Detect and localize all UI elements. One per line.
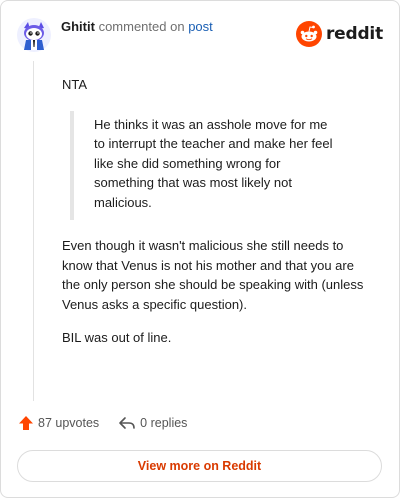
blockquote: He thinks it was an asshole move for me … [70, 110, 374, 220]
username[interactable]: Ghitit [61, 19, 95, 34]
reddit-logo-icon [295, 21, 322, 47]
view-more-button[interactable]: View more on Reddit [17, 450, 382, 482]
comment-actions: 87 upvotes 0 replies [18, 415, 187, 431]
comment-paragraph-3: BIL was out of line. [62, 330, 172, 345]
comment-embed-card: Ghitit commented on post reddit NTA He t… [0, 0, 400, 498]
comment-meta: Ghitit commented on post [61, 19, 213, 35]
commented-on-text: commented on [98, 19, 185, 34]
post-link[interactable]: post [188, 19, 213, 34]
upvotes-count: 87 upvotes [38, 416, 100, 430]
comment-paragraph-2: Even though it wasn't malicious she stil… [62, 238, 364, 312]
reply-arrow-icon [119, 417, 135, 429]
comment-paragraph-1: NTA [62, 77, 88, 92]
avatar-icon [17, 18, 51, 52]
upvote-arrow-icon [19, 416, 33, 430]
quote-text: He thinks it was an asshole move for me … [94, 116, 333, 210]
reddit-brand[interactable]: reddit [295, 21, 383, 47]
user-avatar[interactable] [17, 18, 51, 52]
replies-count: 0 replies [140, 416, 188, 430]
thread-line [33, 61, 34, 401]
reddit-wordmark: reddit [325, 24, 383, 44]
upvote-button[interactable]: 87 upvotes [18, 415, 99, 431]
comment-body: NTA He thinks it was an asshole move for… [62, 75, 374, 348]
replies-button[interactable]: 0 replies [118, 415, 187, 431]
comment-header: Ghitit commented on post reddit [17, 15, 383, 55]
